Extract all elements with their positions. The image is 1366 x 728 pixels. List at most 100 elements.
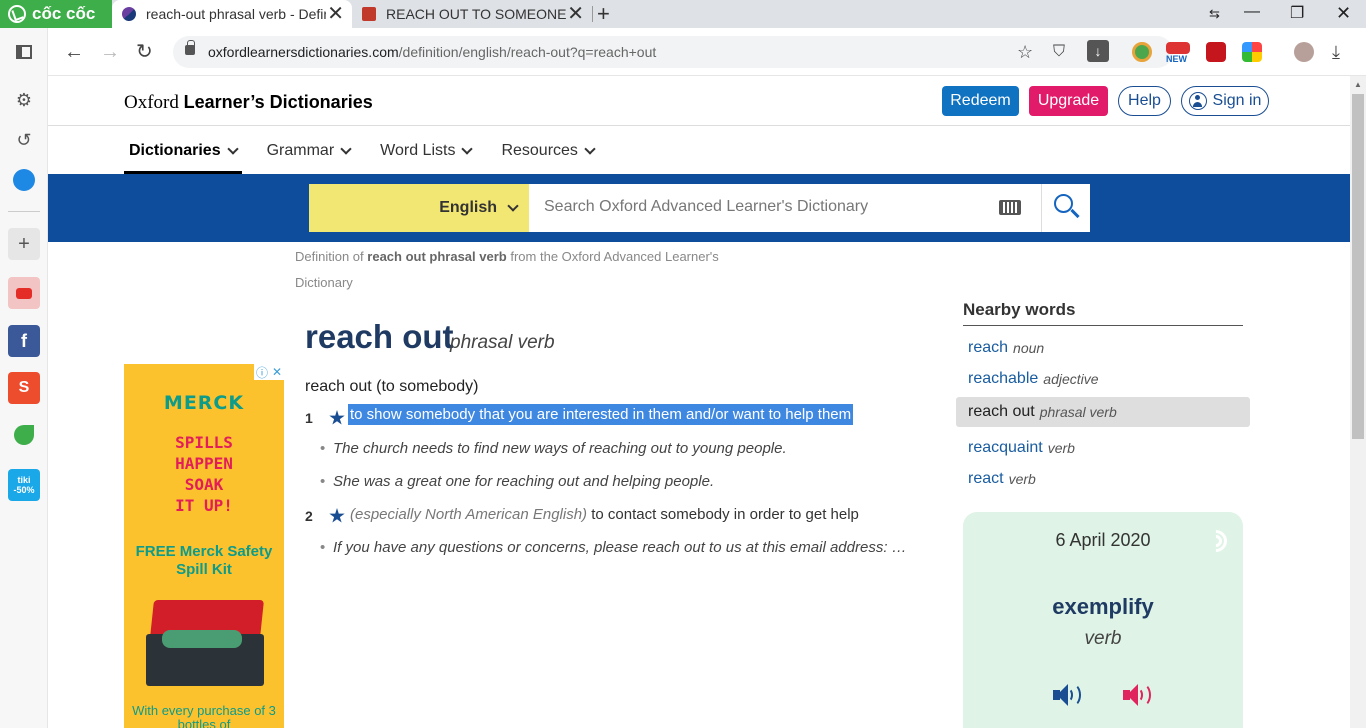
shield-icon[interactable]: ⛉ — [1053, 43, 1065, 61]
scroll-up-icon[interactable]: ▲ — [1354, 80, 1362, 89]
oxford-3000-star-icon[interactable] — [329, 410, 345, 425]
wotd-word[interactable]: exemplify — [963, 594, 1243, 620]
news-extension-icon[interactable] — [1166, 42, 1190, 54]
usage-label: (especially North American English) — [350, 506, 588, 523]
site-logo[interactable]: Oxford Learner’s Dictionaries — [124, 92, 373, 114]
help-button[interactable]: Help — [1118, 86, 1171, 116]
search-button[interactable] — [1041, 184, 1090, 232]
site-title-oxford: Oxford — [124, 92, 179, 113]
rss-icon[interactable] — [1200, 525, 1232, 557]
ad-headline-line: SPILLS — [175, 433, 233, 452]
tab-search-icon[interactable]: ⇆ — [1209, 6, 1220, 22]
new-tab-button[interactable]: + — [597, 1, 610, 27]
tab-bar: cốc cốc reach-out phrasal verb - Defin ✕… — [0, 0, 1366, 28]
ad-headline-line: HAPPEN — [175, 454, 233, 473]
tab-oxford[interactable]: reach-out phrasal verb - Defin ✕ — [112, 0, 352, 28]
minimize-button[interactable]: — — [1244, 3, 1260, 21]
example-sentence: If you have any questions or concerns, p… — [320, 539, 907, 556]
profile-avatar[interactable] — [1294, 42, 1314, 62]
nearby-pos: adjective — [1043, 371, 1099, 387]
page-scrollbar[interactable]: ▲ — [1350, 76, 1366, 728]
definition-source: Definition of reach out phrasal verb fro… — [295, 244, 755, 296]
nearby-word-item[interactable]: reacquaint verb — [956, 433, 1250, 463]
definition-bold: reach out phrasal verb — [367, 249, 507, 264]
upgrade-button[interactable]: Upgrade — [1029, 86, 1108, 116]
brand-label: cốc cốc — [32, 4, 96, 23]
color-extension-icon[interactable] — [1242, 42, 1262, 62]
us-pronunciation-speaker-icon[interactable] — [1123, 682, 1153, 708]
word-of-the-day-card: 6 April 2020 exemplify verb — [963, 512, 1243, 728]
nearby-words-title: Nearby words — [963, 300, 1243, 326]
nearby-word-item-current[interactable]: reach out phrasal verb — [956, 397, 1250, 427]
download-video-icon[interactable]: ↓ — [1087, 40, 1109, 62]
downloads-icon[interactable]: ⤓ — [1332, 40, 1340, 64]
browser-toolbar: ← → ↻ oxfordlearnersdictionaries.com/def… — [48, 28, 1366, 76]
merck-ad[interactable]: ⓘ ✕ MERCK SPILLS HAPPEN SOAK IT UP! FREE … — [124, 364, 284, 728]
language-select[interactable]: English — [309, 184, 529, 232]
history-icon[interactable]: ↺ — [8, 124, 40, 156]
sense-heading: reach out (to somebody) — [305, 378, 479, 395]
info-icon[interactable]: ⓘ — [256, 364, 268, 381]
header-divider — [48, 125, 1350, 126]
url-path: /definition/english/reach-out?q=reach+ou… — [398, 44, 657, 60]
lock-icon — [185, 40, 195, 55]
search-input[interactable]: Search Oxford Advanced Learner's Diction… — [544, 198, 868, 216]
toolbox-image — [146, 600, 264, 686]
address-url[interactable]: oxfordlearnersdictionaries.com/definitio… — [208, 44, 656, 60]
nav-word-lists[interactable]: Word Lists — [375, 136, 476, 174]
search-band: English Search Oxford Advanced Learner's… — [48, 174, 1350, 242]
site-title-learners: Learner’s Dictionaries — [183, 92, 373, 112]
nav-dictionaries[interactable]: Dictionaries — [124, 136, 242, 174]
bookmark-star-icon[interactable]: ☆ — [1017, 42, 1033, 63]
close-tab-icon[interactable]: ✕ — [327, 3, 344, 25]
chevron-down-icon — [507, 200, 519, 212]
nearby-word-item[interactable]: reach noun — [956, 333, 1250, 363]
youtube-icon[interactable] — [8, 277, 40, 309]
scrollbar-thumb[interactable] — [1352, 94, 1364, 439]
cococ-leaf-icon[interactable] — [8, 419, 40, 451]
url-host: oxfordlearnersdictionaries.com — [208, 44, 399, 60]
sense-definition: to show somebody that you are interested… — [348, 404, 854, 425]
wotd-date: 6 April 2020 — [1055, 530, 1151, 550]
restore-button[interactable]: ❐ — [1290, 3, 1304, 23]
nav-grammar[interactable]: Grammar — [262, 136, 356, 174]
main-nav: Dictionaries Grammar Word Lists Resource… — [124, 136, 619, 174]
close-tab-icon[interactable]: ✕ — [567, 3, 584, 25]
sense-definition: to contact somebody in order to get help — [591, 506, 859, 523]
nearby-word: reach — [968, 339, 1009, 356]
nearby-pos: verb — [1047, 440, 1075, 456]
sidebar-toggle-icon[interactable] — [8, 36, 40, 68]
shopee-icon[interactable]: S — [8, 372, 40, 404]
nearby-pos: noun — [1013, 340, 1045, 356]
nearby-word-item[interactable]: reachable adjective — [956, 364, 1250, 394]
redeem-button[interactable]: Redeem — [942, 86, 1019, 116]
signin-button[interactable]: Sign in — [1181, 86, 1269, 116]
tab-cambridge[interactable]: REACH OUT TO SOMEONE | E ✕ — [352, 0, 592, 28]
tab-separator — [592, 6, 593, 22]
close-window-button[interactable]: ✕ — [1336, 3, 1351, 24]
settings-icon[interactable]: ⚙ — [8, 84, 40, 116]
tiki-icon[interactable]: tiki -50% — [8, 469, 40, 501]
facebook-icon[interactable]: f — [8, 325, 40, 357]
keyboard-icon[interactable] — [999, 200, 1021, 215]
forward-button[interactable]: → — [100, 40, 120, 64]
uk-pronunciation-speaker-icon[interactable] — [1053, 682, 1083, 708]
sense-definition-2: (especially North American English) to c… — [350, 506, 859, 523]
nearby-word: reach out — [968, 403, 1035, 420]
add-icon[interactable]: + — [8, 228, 40, 260]
ad-choices[interactable]: ⓘ ✕ — [254, 364, 284, 380]
messenger-icon[interactable] — [8, 164, 40, 196]
oxford-3000-star-icon[interactable] — [329, 508, 345, 523]
example-sentence: She was a great one for reaching out and… — [320, 473, 714, 490]
red-extension-icon[interactable] — [1206, 42, 1226, 62]
nav-resources[interactable]: Resources — [496, 136, 598, 174]
signin-label: Sign in — [1212, 92, 1262, 109]
back-button[interactable]: ← — [64, 40, 84, 64]
close-icon[interactable]: ✕ — [272, 365, 282, 379]
nearby-word-item[interactable]: react verb — [956, 464, 1250, 494]
coccoc-extension-icon[interactable] — [1132, 42, 1152, 62]
coccoc-menu-button[interactable]: cốc cốc — [0, 0, 112, 28]
reload-button[interactable]: ↻ — [136, 40, 153, 64]
part-of-speech: phrasal verb — [450, 332, 555, 353]
address-bar[interactable]: oxfordlearnersdictionaries.com/definitio… — [173, 36, 1173, 68]
